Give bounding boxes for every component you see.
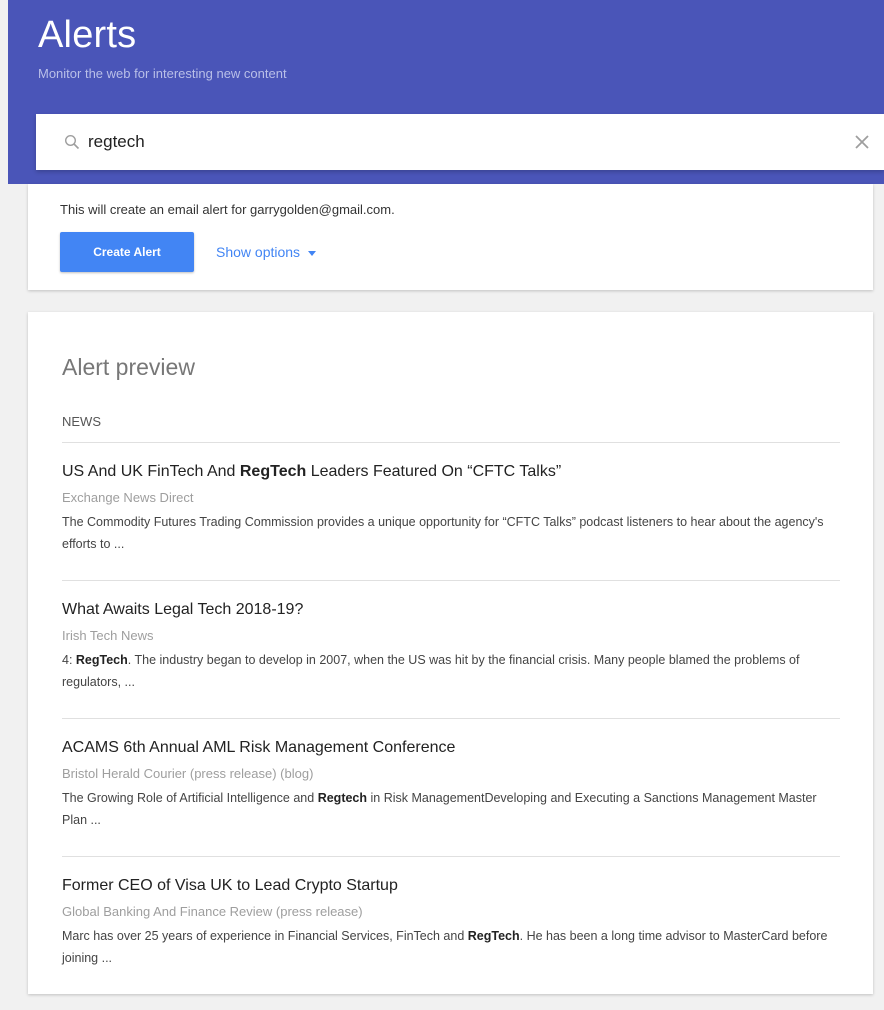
page-title: Alerts	[38, 14, 137, 56]
create-alert-card: This will create an email alert for garr…	[28, 184, 873, 290]
divider	[62, 442, 840, 443]
show-options-link[interactable]: Show options	[216, 244, 317, 260]
divider	[62, 856, 840, 857]
email-note: This will create an email alert for garr…	[60, 202, 395, 217]
news-item-source: Global Banking And Finance Review (press…	[62, 904, 363, 919]
show-options-label: Show options	[216, 244, 301, 260]
chevron-down-icon	[308, 250, 317, 256]
news-item-source: Exchange News Direct	[62, 490, 194, 505]
preview-title: Alert preview	[62, 354, 195, 380]
news-item-title[interactable]: US And UK FinTech And RegTech Leaders Fe…	[62, 462, 840, 482]
alert-preview-card: Alert preview NEWS US And UK FinTech And…	[28, 312, 873, 994]
search-bar	[36, 114, 884, 170]
news-item-snippet: The Growing Role of Artificial Intellige…	[62, 791, 817, 827]
divider	[62, 580, 840, 581]
search-icon	[64, 134, 80, 150]
news-item-snippet: Marc has over 25 years of experience in …	[62, 929, 828, 965]
news-item-source: Bristol Herald Courier (press release) (…	[62, 766, 314, 781]
news-item-snippet: The Commodity Futures Trading Commission…	[62, 515, 824, 551]
search-input[interactable]	[88, 114, 788, 170]
news-item: Former CEO of Visa UK to Lead Crypto Sta…	[62, 876, 840, 969]
divider	[62, 718, 840, 719]
page-subtitle: Monitor the web for interesting new cont…	[38, 66, 287, 81]
news-item: ACAMS 6th Annual AML Risk Management Con…	[62, 738, 840, 831]
create-alert-button[interactable]: Create Alert	[60, 232, 194, 272]
news-item-snippet: 4: RegTech. The industry began to develo…	[62, 653, 800, 689]
news-item-title[interactable]: Former CEO of Visa UK to Lead Crypto Sta…	[62, 876, 840, 896]
news-item-title[interactable]: What Awaits Legal Tech 2018-19?	[62, 600, 840, 620]
news-item: What Awaits Legal Tech 2018-19? Irish Te…	[62, 600, 840, 693]
news-item-title[interactable]: ACAMS 6th Annual AML Risk Management Con…	[62, 738, 840, 758]
app-header: Alerts Monitor the web for interesting n…	[8, 0, 884, 184]
news-item: US And UK FinTech And RegTech Leaders Fe…	[62, 462, 840, 555]
news-item-source: Irish Tech News	[62, 628, 154, 643]
close-icon[interactable]	[852, 132, 872, 152]
section-label-news: NEWS	[62, 414, 101, 429]
